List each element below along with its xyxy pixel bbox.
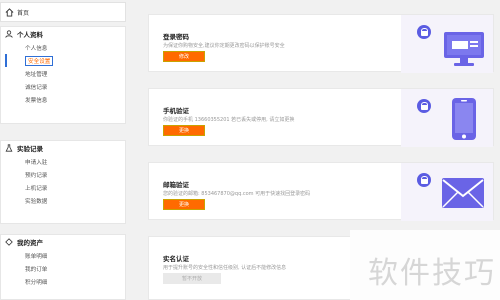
sidebar-item-credit-record[interactable]: 诚信记录 [1,80,125,93]
card-login-password: 登录密码 为保证你购物安全,建议你定期更改密码以保护账号安全 修改 [148,14,494,73]
lock-icon [417,173,431,187]
sidebar-group-header: 实验记录 [1,141,125,155]
sidebar-group-header: 我的资产 [1,235,125,249]
card-title: 手机验证 [163,107,189,115]
sidebar-group-header: 个人资料 [1,27,125,41]
mail-icon [442,178,484,208]
sidebar: 首页 个人资料 个人信息 安全设置 地址管理 诚信记录 发票信息 实验记录 申请… [0,0,126,300]
sidebar-group-assets: 我的资产 账单明细 我的订单 积分明细 [0,234,126,300]
lock-icon [417,99,431,113]
sidebar-item-reservations[interactable]: 预约记录 [1,168,125,181]
sidebar-item-bill-details[interactable]: 账单明细 [1,249,125,262]
card-description: 用于提升账号的安全性和信任级别, 认证后不能修改信息 [163,265,287,271]
main-content: 登录密码 为保证你购物安全,建议你定期更改密码以保护账号安全 修改 手机验证 你… [136,0,500,300]
card-illustration [401,15,493,73]
phone-icon [452,98,476,140]
sidebar-item-experiment-data[interactable]: 实验数据 [1,194,125,207]
diamond-icon [5,238,13,246]
card-title: 实名认证 [163,255,189,263]
sidebar-group-title: 实验记录 [17,145,43,153]
card-illustration [401,163,493,221]
card-description: 为保证你购物安全,建议你定期更改密码以保护账号安全 [163,43,285,49]
card-description: 你验证的手机 13660355201 若已丢失或停用, 请立如更换 [163,117,295,123]
sidebar-group-title: 我的资产 [17,239,43,247]
sidebar-group-profile: 个人资料 个人信息 安全设置 地址管理 诚信记录 发票信息 [0,26,126,124]
flask-icon [5,144,13,152]
watermark-text: 软件技巧 [368,256,496,291]
home-link[interactable]: 首页 [0,2,126,22]
user-icon [5,30,13,38]
sidebar-item-apply[interactable]: 申请入驻 [1,155,125,168]
sidebar-item-security-settings[interactable]: 安全设置 [1,54,125,67]
sidebar-item-invoice[interactable]: 发票信息 [1,93,125,106]
sidebar-item-my-orders[interactable]: 我的订单 [1,262,125,275]
sidebar-item-personal-info[interactable]: 个人信息 [1,41,125,54]
security-settings-page: 首页 个人资料 个人信息 安全设置 地址管理 诚信记录 发票信息 实验记录 申请… [0,0,500,300]
change-email-button[interactable]: 更换 [163,199,205,210]
sidebar-group-title: 个人资料 [17,31,43,39]
home-icon [5,7,14,17]
card-title: 登录密码 [163,33,189,41]
card-description: 您的验证的邮箱: 853467870@qq.com 可用于快速找回登录密码 [163,191,311,197]
modify-password-button[interactable]: 修改 [163,51,205,62]
card-phone-verification: 手机验证 你验证的手机 13660355201 若已丢失或停用, 请立如更换 更… [148,88,494,147]
sidebar-group-experiments: 实验记录 申请入驻 预约记录 上机记录 实验数据 [0,140,126,224]
home-label: 首页 [17,9,30,17]
sidebar-item-machine-records[interactable]: 上机记录 [1,181,125,194]
real-name-button[interactable]: 暂不开放 [163,273,221,284]
sidebar-item-address[interactable]: 地址管理 [1,67,125,80]
card-title: 邮箱验证 [163,181,189,189]
change-phone-button[interactable]: 更换 [163,125,205,136]
monitor-icon [444,32,484,66]
card-email-verification: 邮箱验证 您的验证的邮箱: 853467870@qq.com 可用于快速找回登录… [148,162,494,221]
sidebar-item-points[interactable]: 积分明细 [1,275,125,288]
card-illustration [401,89,493,147]
lock-icon [417,25,431,39]
